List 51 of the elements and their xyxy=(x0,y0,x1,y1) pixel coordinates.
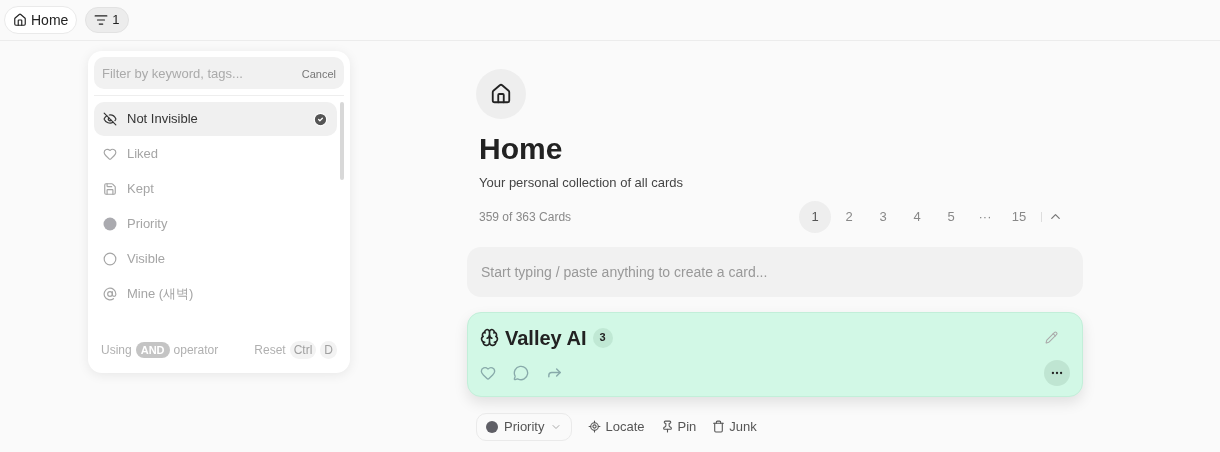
using-label: Using xyxy=(101,342,132,359)
save-icon xyxy=(103,182,117,196)
check-icon xyxy=(313,111,328,127)
circle-icon xyxy=(103,252,117,266)
reset-label: Reset xyxy=(254,342,286,359)
comment-icon[interactable] xyxy=(513,364,529,381)
trash-icon xyxy=(712,420,726,433)
junk-button[interactable]: Junk xyxy=(712,416,757,437)
filter-icon xyxy=(94,13,109,27)
pin-icon xyxy=(660,420,674,433)
at-icon xyxy=(103,287,117,301)
pin-button[interactable]: Pin xyxy=(660,416,697,437)
page-button[interactable]: 1 xyxy=(799,200,831,233)
priority-dropdown[interactable]: Priority xyxy=(476,412,573,441)
dot-icon xyxy=(486,420,498,433)
page-button[interactable]: 5 xyxy=(935,200,967,233)
page-button[interactable]: 15 xyxy=(1003,200,1035,233)
like-icon[interactable] xyxy=(480,364,496,381)
edit-icon[interactable] xyxy=(1045,331,1058,344)
create-card-field[interactable]: Start typing / paste anything to create a card... xyxy=(467,246,1083,297)
page-title: Home xyxy=(479,131,564,167)
page-button[interactable]: 2 xyxy=(833,200,865,233)
operator-toggle[interactable]: AND xyxy=(135,341,170,359)
page-button[interactable]: 4 xyxy=(901,200,933,233)
key-hint: Ctrl xyxy=(289,341,317,359)
filter-button[interactable]: 1 xyxy=(85,7,129,33)
home-icon xyxy=(490,83,512,105)
filter-option[interactable]: Liked xyxy=(94,137,337,171)
card-count: 359 of 363 Cards xyxy=(479,208,572,226)
heart-icon xyxy=(103,147,117,161)
cancel-button[interactable]: Cancel xyxy=(301,66,336,83)
filter-option[interactable]: Mine (새벽) xyxy=(94,277,337,311)
filter-option[interactable]: Priority xyxy=(94,207,337,241)
locate-button[interactable]: Locate xyxy=(588,416,645,437)
page-subtitle: Your personal collection of all cards xyxy=(479,174,685,192)
invisible-icon xyxy=(103,112,117,126)
brain-icon xyxy=(480,328,499,347)
page-button[interactable]: 3 xyxy=(867,200,899,233)
filter-option[interactable]: Visible xyxy=(94,242,337,276)
card-title: Valley AI xyxy=(505,325,587,351)
operator-label: operator xyxy=(173,342,219,359)
filter-option[interactable]: Kept xyxy=(94,172,337,206)
dot-icon xyxy=(103,217,117,231)
key-hint: D xyxy=(320,341,337,359)
locate-icon xyxy=(588,420,602,433)
count-badge: 3 xyxy=(592,327,613,348)
filter-option[interactable]: Not Invisible xyxy=(94,102,337,136)
page-button[interactable]: ··· xyxy=(969,200,1001,233)
more-button[interactable] xyxy=(1044,359,1070,386)
home-icon xyxy=(13,13,27,27)
home-button[interactable]: Home xyxy=(4,6,78,34)
